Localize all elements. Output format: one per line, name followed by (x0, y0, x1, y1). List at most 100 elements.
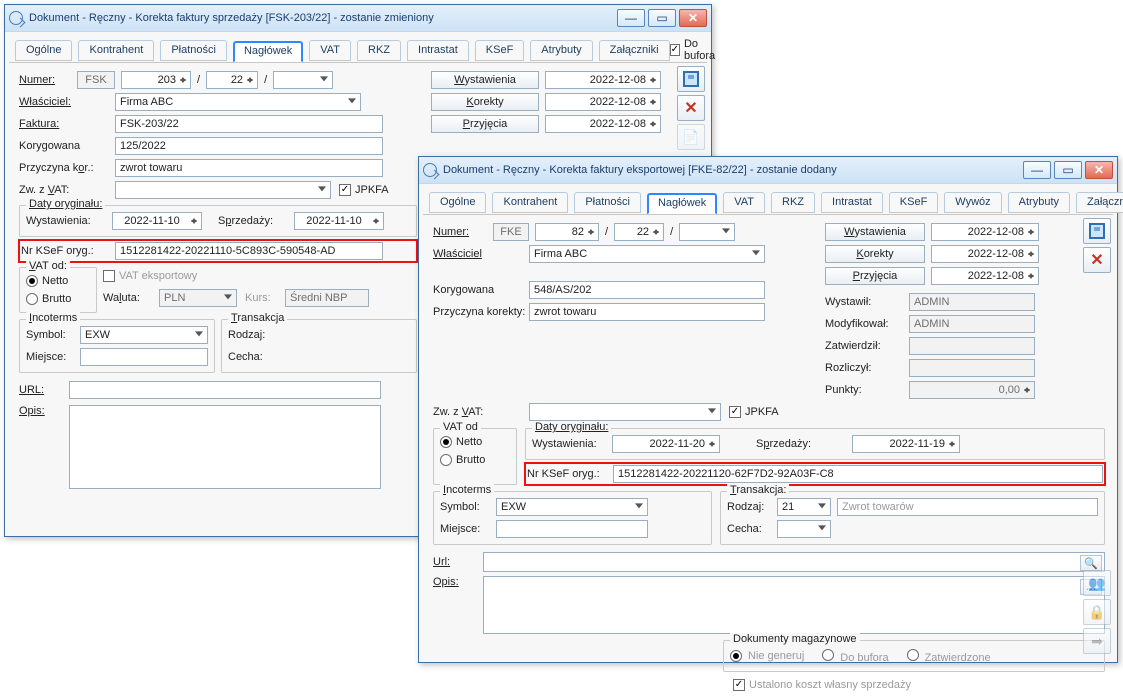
daty-wyst-input[interactable]: 2022-11-20 (612, 435, 720, 453)
tab-kontrahent[interactable]: Kontrahent (492, 192, 568, 213)
tab-zalaczniki[interactable]: Załączniki (599, 40, 670, 61)
przyczyna-label: Przyczyna kor.: (19, 162, 115, 174)
korygowana-input[interactable]: 125/2022 (115, 137, 383, 155)
tab-kontrahent[interactable]: Kontrahent (78, 40, 154, 61)
waluta-combo: PLN (159, 289, 237, 307)
save-button[interactable] (677, 66, 705, 92)
korekty-button[interactable]: Korekty (825, 245, 925, 263)
close-button[interactable]: ✕ (1085, 161, 1113, 179)
tab-wywoz[interactable]: Wywóz (944, 192, 1001, 213)
wystawienia-date[interactable]: 2022-12-08 (545, 71, 661, 89)
url-input[interactable]: 🔍 (483, 552, 1105, 572)
wystawienia-button[interactable]: Wystawienia (431, 71, 539, 89)
maximize-button[interactable]: ▭ (1054, 161, 1082, 179)
tab-platnosci[interactable]: Płatności (160, 40, 227, 61)
przyjecia-button[interactable]: Przyjęcia (431, 115, 539, 133)
daty-wyst-label: Wystawienia: (26, 215, 112, 227)
close-button[interactable]: ✕ (679, 9, 707, 27)
url-browse-button[interactable]: 🔍 (1080, 555, 1102, 571)
numer-suffix-combo[interactable] (679, 223, 735, 241)
opis-textarea[interactable]: … (483, 576, 1105, 634)
wystawienia-date[interactable]: 2022-12-08 (931, 223, 1039, 241)
numer-sub[interactable]: 22 (614, 223, 664, 241)
netto-radio[interactable] (440, 436, 452, 448)
rodzaj-label: Rodzaj: (228, 329, 278, 341)
tab-zalaczniki[interactable]: Załączniki (1076, 192, 1123, 213)
brutto-radio[interactable] (440, 454, 452, 466)
tab-platnosci[interactable]: Płatności (574, 192, 641, 213)
cancel-button[interactable]: ✕ (1083, 247, 1111, 273)
ksef-input[interactable]: 1512281422-20221120-62F7D2-92A03F-C8 (613, 465, 1103, 483)
miejsce-input[interactable] (496, 520, 648, 538)
opis-textarea[interactable] (69, 405, 381, 489)
symbol-label: Symbol: (26, 329, 80, 341)
tab-ksef[interactable]: KSeF (889, 192, 939, 213)
save-button[interactable] (1083, 218, 1111, 244)
cecha-combo[interactable] (777, 520, 831, 538)
tab-intrastat[interactable]: Intrastat (821, 192, 883, 213)
zwvat-combo[interactable] (529, 403, 721, 421)
daty-wyst-input[interactable]: 2022-11-10 (112, 212, 202, 230)
url-input[interactable] (69, 381, 381, 399)
korekty-button[interactable]: Korekty (431, 93, 539, 111)
transakcja-legend: Transakcja: (727, 484, 789, 496)
tab-naglowek[interactable]: Nagłówek (647, 193, 717, 214)
tab-naglowek[interactable]: Nagłówek (233, 41, 303, 62)
przyczyna-input[interactable]: zwrot towaru (529, 303, 765, 321)
tab-rkz[interactable]: RKZ (357, 40, 401, 61)
korekty-date[interactable]: 2022-12-08 (931, 245, 1039, 263)
titlebar[interactable]: Dokument - Ręczny - Korekta faktury sprz… (5, 5, 711, 31)
przyjecia-button[interactable]: Przyjęcia (825, 267, 925, 285)
numer-value[interactable]: 203 (121, 71, 191, 89)
miejsce-label: Miejsce: (26, 351, 80, 363)
tab-atrybuty[interactable]: Atrybuty (1008, 192, 1070, 213)
disk-icon (1089, 223, 1105, 239)
minimize-button[interactable]: — (617, 9, 645, 27)
wlasciciel-combo[interactable]: Firma ABC (115, 93, 361, 111)
minimize-button[interactable]: — (1023, 161, 1051, 179)
ksef-input[interactable]: 1512281422-20221110-5C893C-590548-AD (115, 242, 383, 260)
numer-label: Numer: (433, 226, 493, 238)
tab-vat[interactable]: VAT (723, 192, 765, 213)
jpkfa-checkbox[interactable] (339, 184, 351, 196)
numer-value[interactable]: 82 (535, 223, 599, 241)
tab-rkz[interactable]: RKZ (771, 192, 815, 213)
window-title: Dokument - Ręczny - Korekta faktury eksp… (443, 164, 837, 176)
faktura-input[interactable]: FSK-203/22 (115, 115, 383, 133)
waluta-label: Waluta: (103, 292, 159, 304)
tab-ogolne[interactable]: Ogólne (15, 40, 72, 61)
przyjecia-date[interactable]: 2022-12-08 (545, 115, 661, 133)
daty-sprz-input[interactable]: 2022-11-10 (294, 212, 384, 230)
numer-sub[interactable]: 22 (206, 71, 258, 89)
cancel-button[interactable]: ✕ (677, 95, 705, 121)
jpkfa-label: JPKFA (355, 184, 389, 196)
brutto-radio[interactable] (26, 293, 38, 305)
korygowana-input[interactable]: 548/AS/202 (529, 281, 765, 299)
tab-atrybuty[interactable]: Atrybuty (530, 40, 592, 61)
daty-sprz-input[interactable]: 2022-11-19 (852, 435, 960, 453)
netto-radio[interactable] (26, 275, 38, 287)
miejsce-input[interactable] (80, 348, 208, 366)
symbol-combo[interactable]: EXW (496, 498, 648, 516)
zwvat-combo[interactable] (115, 181, 331, 199)
tab-ogolne[interactable]: Ogólne (429, 192, 486, 213)
tab-ksef[interactable]: KSeF (475, 40, 525, 61)
numer-suffix-combo[interactable] (273, 71, 333, 89)
titlebar[interactable]: Dokument - Ręczny - Korekta faktury eksp… (419, 157, 1117, 183)
przyjecia-date[interactable]: 2022-12-08 (931, 267, 1039, 285)
wlasciciel-combo[interactable]: Firma ABC (529, 245, 765, 263)
tab-intrastat[interactable]: Intrastat (407, 40, 469, 61)
rodzaj-combo[interactable]: 21 (777, 498, 831, 516)
korygowana-label: Korygowana (19, 140, 115, 152)
cecha-label: Cecha: (727, 523, 777, 535)
wystawienia-button[interactable]: Wystawienia (825, 223, 925, 241)
wystawil-label: Wystawił: (825, 296, 909, 308)
przyczyna-input[interactable]: zwrot towaru (115, 159, 383, 177)
maximize-button[interactable]: ▭ (648, 9, 676, 27)
x-icon: ✕ (684, 98, 697, 118)
jpkfa-checkbox[interactable] (729, 406, 741, 418)
tab-vat[interactable]: VAT (309, 40, 351, 61)
do-bufora-checkbox[interactable] (670, 44, 680, 56)
korekty-date[interactable]: 2022-12-08 (545, 93, 661, 111)
symbol-combo[interactable]: EXW (80, 326, 208, 344)
